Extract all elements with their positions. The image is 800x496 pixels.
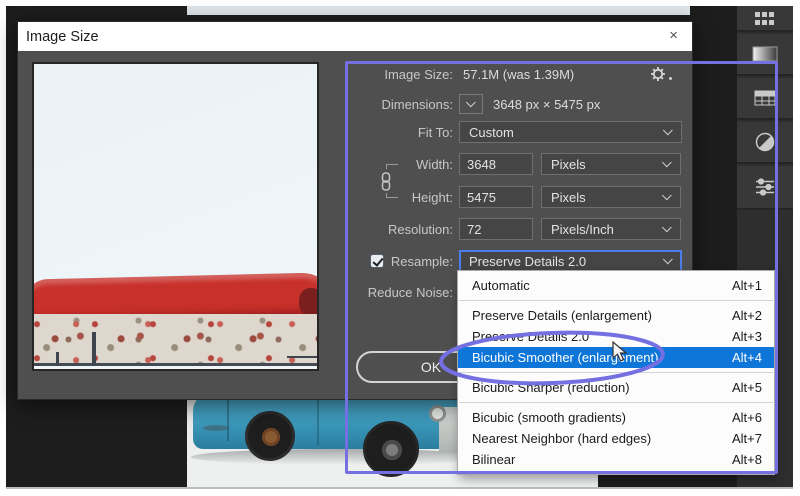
image-size-label: Image Size: <box>384 66 453 82</box>
fit-to-value: Custom <box>469 124 514 140</box>
fit-to-row: Fit To: Custom <box>346 121 682 143</box>
chevron-down-icon <box>465 96 476 107</box>
menu-item-4[interactable]: Bicubic Sharper (reduction) Alt+5 <box>458 377 774 398</box>
car-door-seam <box>227 399 229 441</box>
menu-item-7[interactable]: Bilinear Alt+8 <box>458 449 774 470</box>
resolution-unit-value: Pixels/Inch <box>551 221 614 237</box>
menu-item-label: Automatic <box>472 278 530 293</box>
resample-label: Resample: <box>390 253 453 269</box>
resample-row: Resample: Preserve Details 2.0 <box>346 250 682 272</box>
preview-speckled-band <box>34 314 317 366</box>
image-size-row: Image Size: 57.1M (was 1.39M) <box>346 63 682 85</box>
gear-icon[interactable] <box>650 66 666 85</box>
car-rear-wheel <box>245 411 295 461</box>
resolution-unit-select[interactable]: Pixels/Inch <box>541 218 681 240</box>
menu-item-label: Bicubic (smooth gradients) <box>472 410 626 425</box>
resample-value: Preserve Details 2.0 <box>469 253 587 269</box>
menu-item-shortcut: Alt+8 <box>732 452 762 467</box>
dimensions-unit-dropdown[interactable] <box>459 94 483 114</box>
menu-item-shortcut: Alt+6 <box>732 410 762 425</box>
menu-item-shortcut: Alt+4 <box>732 350 762 365</box>
chevron-down-icon <box>662 253 673 264</box>
menu-item-2[interactable]: Preserve Details 2.0 Alt+3 <box>458 326 774 347</box>
wheel-hub <box>262 428 280 446</box>
image-size-value: 57.1M (was 1.39M) <box>463 66 575 82</box>
width-label: Width: <box>416 156 453 172</box>
preview-base-line <box>34 363 317 366</box>
chevron-down-icon <box>661 156 672 167</box>
link-dimensions-icon[interactable] <box>378 169 394 193</box>
fit-to-select[interactable]: Custom <box>459 121 682 143</box>
pattern-icon[interactable] <box>737 6 793 32</box>
menu-item-6[interactable]: Nearest Neighbor (hard edges) Alt+7 <box>458 428 774 449</box>
dialog-title: Image Size <box>26 28 99 45</box>
menu-separator <box>459 300 773 301</box>
dimensions-value: 3648 px × 5475 px <box>493 96 601 112</box>
preview-object-tip <box>299 288 317 316</box>
menu-item-label: Bilinear <box>472 452 516 467</box>
menu-item-label: Preserve Details (enlargement) <box>472 308 652 323</box>
contrast-icon[interactable] <box>737 122 793 164</box>
width-unit-select[interactable]: Pixels <box>541 153 681 175</box>
background-page-top-strip <box>187 6 690 15</box>
resample-checkbox[interactable] <box>369 254 384 268</box>
height-unit-select[interactable]: Pixels <box>541 186 681 208</box>
canvas-bottom-edge <box>6 487 793 489</box>
grid-icon[interactable] <box>737 78 793 120</box>
menu-item-shortcut: Alt+2 <box>732 308 762 323</box>
car-door-seam <box>317 399 319 445</box>
preview-pole <box>92 332 96 366</box>
height-unit-value: Pixels <box>551 189 586 205</box>
menu-item-3[interactable]: Bicubic Smoother (enlargement) Alt+4 <box>458 347 774 368</box>
menu-item-label: Bicubic Sharper (reduction) <box>472 380 630 395</box>
snow-track-mark <box>203 425 229 431</box>
menu-item-shortcut: Alt+5 <box>732 380 762 395</box>
menu-item-5[interactable]: Bicubic (smooth gradients) Alt+6 <box>458 407 774 428</box>
menu-item-label: Bicubic Smoother (enlargement) <box>472 350 659 365</box>
chevron-down-icon <box>661 221 672 232</box>
menu-item-shortcut: Alt+3 <box>732 329 762 344</box>
dimensions-row: Dimensions: 3648 px × 5475 px <box>346 93 682 115</box>
sliders-icon[interactable] <box>737 166 793 210</box>
fit-to-label: Fit To: <box>417 124 453 140</box>
height-label: Height: <box>411 189 453 205</box>
gradient-icon[interactable] <box>737 34 793 76</box>
menu-item-1[interactable]: Preserve Details (enlargement) Alt+2 <box>458 305 774 326</box>
menu-separator <box>459 402 773 403</box>
width-input[interactable] <box>459 153 533 175</box>
chevron-down-icon <box>661 189 672 200</box>
car-body <box>193 399 465 449</box>
menu-item-0[interactable]: Automatic Alt+1 <box>458 275 774 296</box>
resolution-label: Resolution: <box>387 221 453 237</box>
car-headlight <box>429 405 446 422</box>
menu-separator <box>459 372 773 373</box>
gear-flyout-dot <box>669 77 672 80</box>
close-button[interactable]: × <box>669 27 678 45</box>
resolution-input[interactable] <box>459 218 533 240</box>
height-input[interactable] <box>459 186 533 208</box>
menu-item-label: Nearest Neighbor (hard edges) <box>472 431 652 446</box>
dimensions-label: Dimensions: <box>381 96 453 112</box>
screenshot-root: Image Size × Image Size: 57.1M (was 1.39… <box>0 0 800 496</box>
menu-item-shortcut: Alt+1 <box>732 278 762 293</box>
chevron-down-icon <box>662 124 673 135</box>
resample-select[interactable]: Preserve Details 2.0 <box>459 250 682 272</box>
width-unit-value: Pixels <box>551 156 586 172</box>
wheel-hub <box>382 440 402 460</box>
preview-image[interactable] <box>32 62 319 371</box>
car-front-wheel <box>363 421 419 477</box>
dialog-titlebar: Image Size × <box>18 22 692 51</box>
menu-item-label: Preserve Details 2.0 <box>472 329 590 344</box>
resolution-row: Resolution: Pixels/Inch <box>346 218 682 240</box>
preview-pole <box>287 356 317 358</box>
reduce-noise-label: Reduce Noise: <box>367 284 453 300</box>
preview-pole <box>56 352 59 366</box>
resample-dropdown-menu: Automatic Alt+1 Preserve Details (enlargem… <box>457 270 775 475</box>
menu-item-shortcut: Alt+7 <box>732 431 762 446</box>
